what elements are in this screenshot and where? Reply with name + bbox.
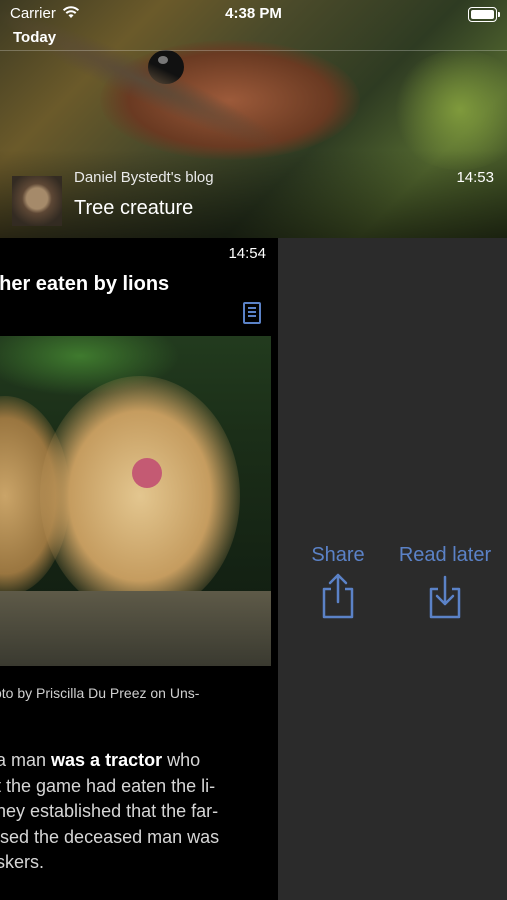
log [0,591,271,666]
photo-caption: oto by Priscilla Du Preez on Uns- [0,685,205,701]
feed-title[interactable]: Tree creature [74,197,193,220]
creature-eye-highlight [158,56,168,64]
share-icon [322,573,354,619]
body-bold-text: was a tractor [51,750,163,770]
feed-time: 14:53 [456,169,494,186]
reader-view-icon[interactable] [243,302,261,324]
body-line: a man was a tractor who [0,748,246,774]
body-line: ised the deceased man was [0,826,220,847]
feed-thumbnail [12,176,62,226]
body-line: skers. [0,852,45,872]
article-title-text: cher eaten by lions [0,273,170,295]
read-later-label: Read later [398,544,492,566]
divider [0,50,507,51]
article-time: 14:54 [228,245,266,262]
share-label: Share [311,544,365,566]
article-title[interactable]: cher eaten by lions [0,273,181,296]
article-body: a man was a tractor who t the game had e… [0,748,250,876]
status-bar: Carrier 4:38 PM [0,0,507,28]
section-title: Today [13,29,57,46]
caption-text: oto by Priscilla Du Preez on Uns- [0,685,200,701]
body-line: t the game had eaten the li- [0,775,216,796]
lion-tongue [132,458,162,488]
read-later-button[interactable]: Read later [390,544,500,627]
body-line: hey established that the far- [0,801,219,821]
share-button[interactable]: Share [302,544,374,627]
swipe-actions-panel: Share Read later [278,238,507,900]
download-icon [429,575,461,619]
article-photo [0,336,271,666]
lion-right [40,376,240,616]
body-text: a man [0,750,52,770]
feed-item-header[interactable]: Carrier 4:38 PM Today Daniel Bystedt's b… [0,0,507,238]
feed-source: Daniel Bystedt's blog [74,169,214,186]
header-shade [0,150,507,238]
body-text: who [162,750,201,770]
status-time: 4:38 PM [225,5,282,22]
battery-icon [468,7,500,22]
article-cell[interactable]: 14:54 cher eaten by lions oto by Priscil… [0,238,278,900]
